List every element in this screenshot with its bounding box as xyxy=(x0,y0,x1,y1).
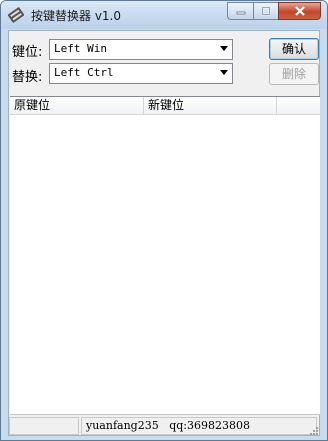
keyboard-app-icon xyxy=(8,7,24,23)
status-bar: yuanfang235 qq:369823808 xyxy=(9,416,319,436)
status-pane-author: yuanfang235 qq:369823808 xyxy=(81,417,317,435)
window-title: 按键替换器 v1.0 xyxy=(31,9,122,23)
minimize-button[interactable] xyxy=(227,2,253,20)
key-label: 键位: xyxy=(12,45,43,60)
column-new-key[interactable]: 新键位 xyxy=(144,97,277,114)
client-area: 键位: Left Win 确认 替换: Left Ctrl 删除 原键位 新键位… xyxy=(8,30,320,436)
title-bar[interactable]: 按键替换器 v1.0 xyxy=(1,1,327,29)
key-mapping-list[interactable]: 原键位 新键位 xyxy=(10,96,320,415)
column-filler xyxy=(277,97,320,114)
chevron-down-icon[interactable] xyxy=(220,46,228,51)
list-header: 原键位 新键位 xyxy=(10,97,320,115)
key-select-value: Left Win xyxy=(54,42,107,55)
close-icon xyxy=(294,6,305,16)
status-pane-empty xyxy=(9,417,79,435)
confirm-button[interactable]: 确认 xyxy=(269,38,319,60)
author-qq: qq:369823808 xyxy=(169,419,250,432)
replace-select[interactable]: Left Ctrl xyxy=(49,63,233,84)
key-select[interactable]: Left Win xyxy=(49,39,233,60)
resize-grip-icon[interactable] xyxy=(308,425,318,435)
replace-label: 替换: xyxy=(12,70,43,85)
replace-select-value: Left Ctrl xyxy=(54,66,114,79)
caption-buttons xyxy=(227,2,321,20)
maximize-icon xyxy=(261,6,271,16)
app-window: 按键替换器 v1.0 键位: Left Win 确认 替换: Left Ctrl… xyxy=(0,0,328,441)
delete-button: 删除 xyxy=(269,63,319,85)
chevron-down-icon[interactable] xyxy=(220,70,228,75)
close-button[interactable] xyxy=(278,2,321,20)
maximize-button[interactable] xyxy=(253,2,278,20)
author-name: yuanfang235 xyxy=(86,419,159,432)
minimize-icon xyxy=(236,11,245,15)
column-original-key[interactable]: 原键位 xyxy=(10,97,144,114)
